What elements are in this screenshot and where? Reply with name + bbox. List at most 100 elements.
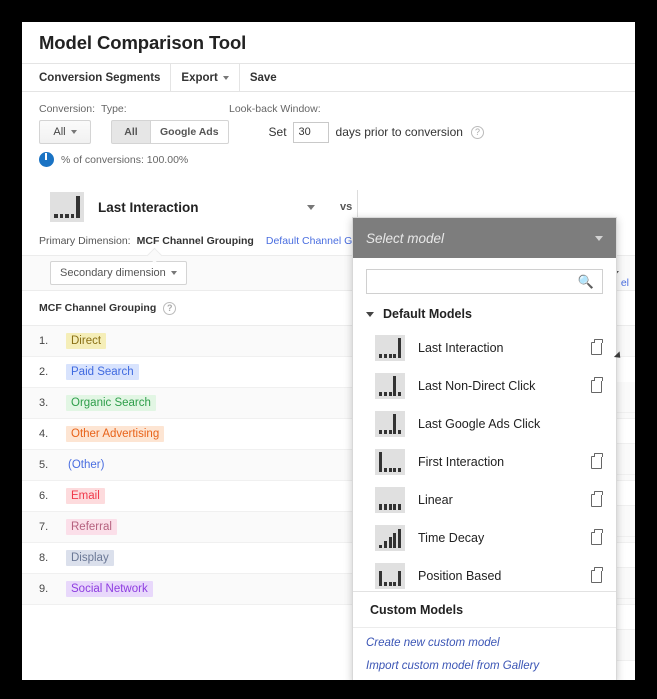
chevron-down-icon — [366, 311, 374, 317]
secondary-dimension-label: Secondary dimension — [60, 267, 166, 279]
attribution-model-icon — [375, 373, 405, 399]
export-label: Export — [181, 71, 218, 84]
channel-chip[interactable]: Organic Search — [66, 395, 156, 411]
channel-chip[interactable]: Other Advertising — [66, 426, 165, 442]
export-button[interactable]: Export — [171, 64, 238, 92]
attribution-model-icon — [375, 525, 405, 551]
copy-icon[interactable] — [591, 453, 603, 469]
table-row-edge — [617, 475, 635, 506]
row-index: 4. — [39, 428, 49, 440]
create-custom-model-link[interactable]: Create new custom model — [353, 627, 616, 658]
chevron-down-icon — [70, 130, 77, 134]
attribution-model-icon — [375, 411, 405, 437]
conversion-select[interactable]: All — [39, 120, 91, 144]
row-index: 6. — [39, 490, 49, 502]
attribution-model-icon — [375, 563, 405, 589]
channel-chip[interactable]: Display — [66, 550, 114, 566]
model-option-position-based[interactable]: Position Based — [353, 557, 616, 591]
attribution-model-icon — [375, 487, 405, 513]
secondary-dimension-button[interactable]: Secondary dimension — [50, 261, 187, 285]
import-custom-model-link[interactable]: Import custom model from Gallery — [353, 658, 616, 680]
table-right-edge — [617, 382, 635, 680]
model-option-label: Last Non-Direct Click — [418, 379, 536, 393]
primary-dimension-active[interactable]: MCF Channel Grouping — [137, 235, 254, 247]
conversion-value: All — [53, 126, 66, 138]
copy-icon[interactable] — [591, 491, 603, 507]
dropdown-header[interactable]: Select model — [353, 218, 616, 258]
conversions-percent: % of conversions: 100.00% — [39, 152, 635, 167]
page-title: Model Comparison Tool — [39, 31, 247, 53]
toolbar: Conversion Segments Export Save — [22, 63, 635, 92]
table-row-edge — [617, 661, 635, 680]
model-option-first-interaction[interactable]: First Interaction — [353, 443, 616, 481]
default-models-label: Default Models — [383, 307, 472, 321]
table-row-edge — [617, 630, 635, 661]
channel-chip[interactable]: Social Network — [66, 581, 153, 597]
selected-model-label: Last Interaction — [98, 199, 199, 215]
lookback-window-control: Set 30 days prior to conversion ? — [268, 121, 484, 143]
custom-models-header: Custom Models — [353, 591, 616, 627]
default-models-section-header[interactable]: Default Models — [353, 303, 616, 329]
chevron-down-icon — [595, 235, 603, 241]
default-models-list: Last Interaction Last Non-Direct Click Las… — [353, 329, 616, 591]
help-icon[interactable]: ? — [163, 301, 177, 315]
dropdown-placeholder: Select model — [366, 230, 445, 246]
model-option-time-decay[interactable]: Time Decay — [353, 519, 616, 557]
table-row-edge — [617, 506, 635, 537]
channel-chip[interactable]: Paid Search — [66, 364, 139, 380]
model-option-last-interaction[interactable]: Last Interaction — [353, 329, 616, 367]
conversion-segments-button[interactable]: Conversion Segments — [22, 64, 170, 92]
model-option-last-google-ads-click[interactable]: Last Google Ads Click — [353, 405, 616, 443]
model-option-label: Position Based — [418, 569, 502, 583]
model-search-input[interactable]: 🔍 — [366, 269, 603, 294]
row-index: 3. — [39, 397, 49, 409]
model-option-label: Time Decay — [418, 531, 485, 545]
model-option-label: First Interaction — [418, 455, 505, 469]
attribution-model-icon — [50, 192, 84, 222]
title-bar: Model Comparison Tool — [22, 22, 635, 64]
channel-chip[interactable]: (Other) — [66, 457, 109, 473]
model-dropdown-caret-icon[interactable] — [307, 204, 315, 210]
row-index: 5. — [39, 459, 49, 471]
lookback-label: Look-back Window: — [229, 103, 321, 115]
lookback-days-input[interactable]: 30 — [292, 121, 329, 143]
save-button[interactable]: Save — [240, 64, 287, 92]
type-all-button[interactable]: All — [111, 120, 151, 144]
channel-chip[interactable]: Direct — [66, 333, 107, 349]
copy-icon[interactable] — [591, 339, 603, 355]
app-page: Model Comparison Tool Conversion Segment… — [22, 22, 635, 680]
copy-icon[interactable] — [591, 529, 603, 545]
primary-dimension-link-cut[interactable]: el — [621, 277, 629, 289]
vs-label: vs — [340, 201, 353, 213]
copy-icon[interactable] — [591, 377, 603, 393]
model-select-dropdown: Select model 🔍 Default Models Last Inter… — [352, 217, 617, 680]
model-option-label: Linear — [418, 493, 453, 507]
row-index: 2. — [39, 366, 49, 378]
help-icon[interactable]: ? — [470, 125, 484, 139]
set-label: Set — [268, 125, 287, 139]
model-option-linear[interactable]: Linear — [353, 481, 616, 519]
type-google-ads-button[interactable]: Google Ads — [151, 120, 229, 144]
row-index: 8. — [39, 552, 49, 564]
copy-icon[interactable] — [591, 567, 603, 583]
control-inputs: All All Google Ads Set 30 days prior to … — [39, 120, 635, 144]
attribution-model-icon — [375, 335, 405, 361]
table-row-edge — [617, 382, 635, 413]
row-index: 7. — [39, 521, 49, 533]
channel-chip[interactable]: Email — [66, 488, 105, 504]
attribution-model-icon — [375, 449, 405, 475]
table-row-edge — [617, 444, 635, 475]
channel-chip[interactable]: Referral — [66, 519, 117, 535]
table-row-edge — [617, 599, 635, 630]
control-labels: Conversion: Type: Look-back Window: — [39, 103, 635, 115]
conversion-label: Conversion: — [39, 103, 96, 115]
conversions-percent-label: % of conversions: 100.00% — [61, 153, 189, 166]
controls-area: Conversion: Type: Look-back Window: All … — [22, 92, 635, 167]
type-segmented-control: All Google Ads — [111, 120, 229, 144]
row-index: 1. — [39, 335, 49, 347]
type-label: Type: — [101, 103, 127, 115]
table-row-edge — [617, 413, 635, 444]
model-option-last-non-direct-click[interactable]: Last Non-Direct Click — [353, 367, 616, 405]
pie-chart-icon — [39, 152, 54, 167]
chevron-down-icon — [222, 75, 229, 80]
